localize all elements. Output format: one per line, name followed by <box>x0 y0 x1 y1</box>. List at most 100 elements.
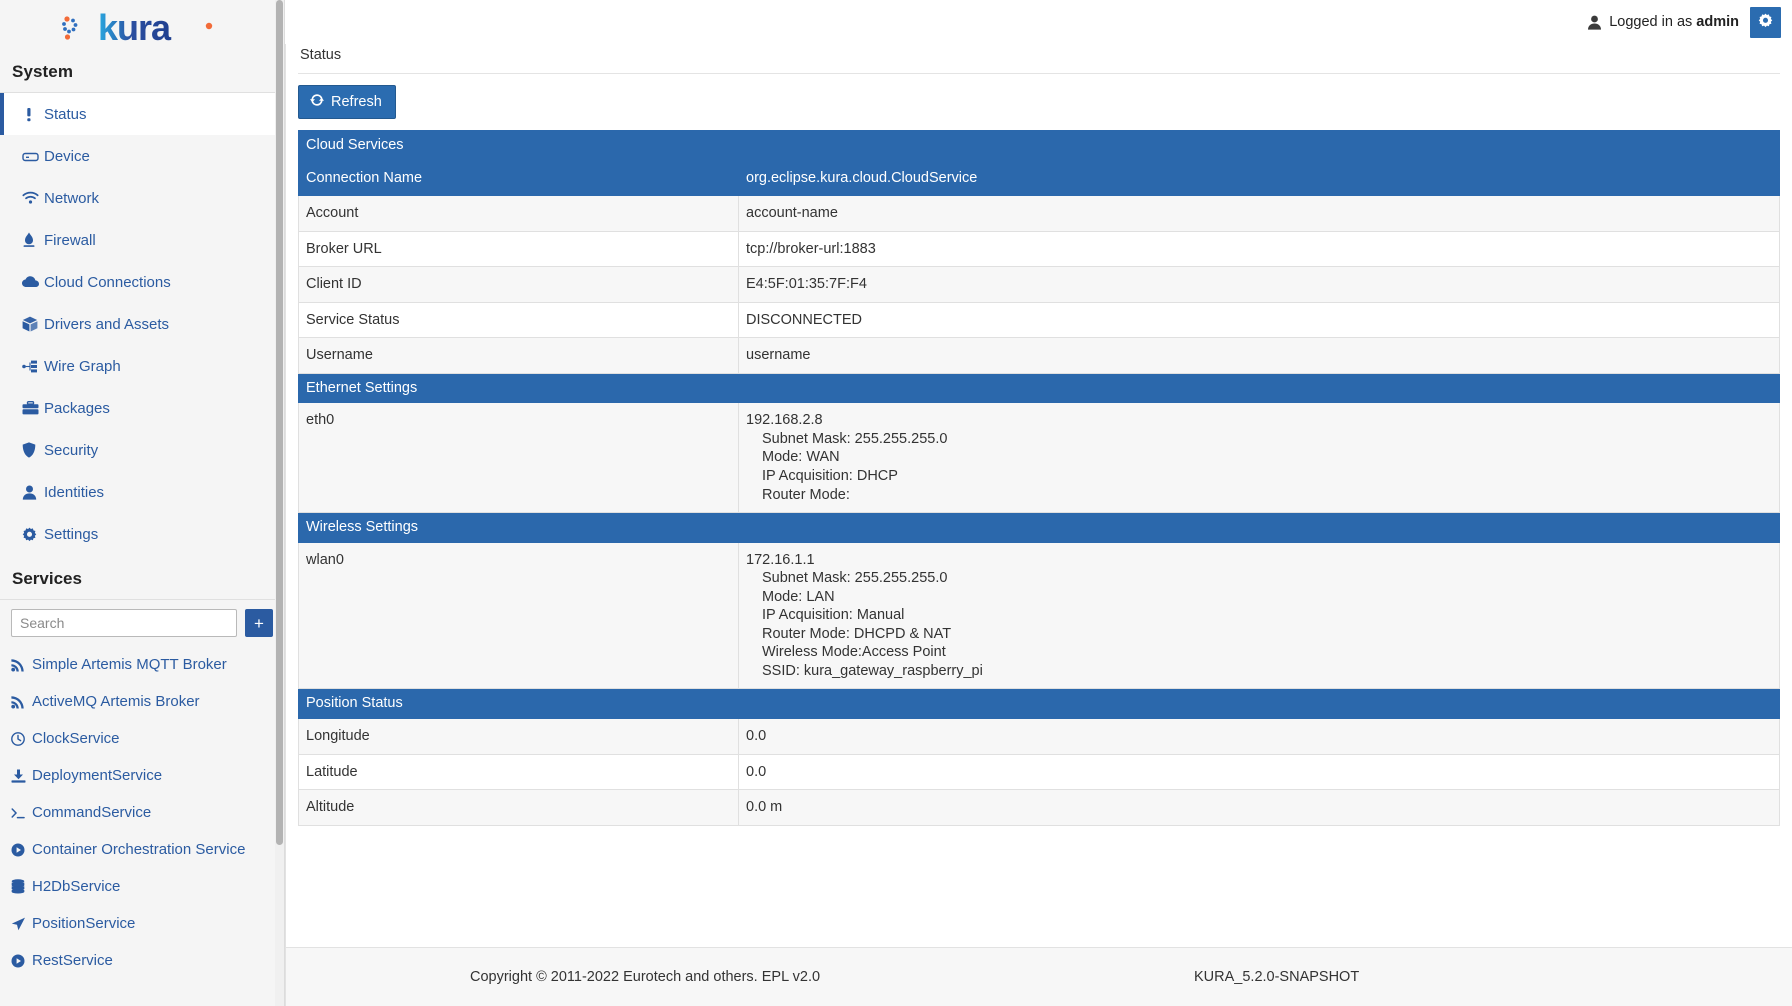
row-label: wlan0 <box>298 541 739 690</box>
topbar: Logged in as admin <box>285 0 1792 44</box>
section-heading: Cloud Services <box>298 130 739 161</box>
sidebar-item-settings[interactable]: Settings <box>0 513 284 555</box>
table-row: Longitude 0.0 <box>298 718 1780 755</box>
refresh-label: Refresh <box>331 94 382 110</box>
sidebar-item-label: Settings <box>44 525 99 543</box>
sidebar-item-wire-graph[interactable]: Wire Graph <box>0 345 284 387</box>
version-text: KURA_5.2.0-SNAPSHOT <box>1194 969 1360 985</box>
kura-dots-icon <box>58 11 92 45</box>
section-heading-value <box>738 512 1780 543</box>
detail-line: SSID: kura_gateway_raspberry_pi <box>762 662 983 679</box>
svg-text:kura: kura <box>98 10 172 48</box>
row-value: tcp://broker-url:1883 <box>738 230 1780 268</box>
row-label: Longitude <box>298 718 739 755</box>
table-row: wlan0 172.16.1.1 Subnet Mask: 255.255.25… <box>298 541 1780 690</box>
row-value: 172.16.1.1 Subnet Mask: 255.255.255.0 Mo… <box>738 541 1780 690</box>
exclamation-icon <box>22 107 44 122</box>
sidebar-item-security[interactable]: Security <box>0 429 284 471</box>
sidebar-scrollbar-thumb[interactable] <box>276 0 283 845</box>
sidebar-item-status[interactable]: Status <box>0 93 284 135</box>
user-icon <box>22 485 44 500</box>
status-table: Cloud Services Connection Name org.eclip… <box>298 130 1780 826</box>
section-heading: Wireless Settings <box>298 512 739 543</box>
username-label: admin <box>1696 14 1739 30</box>
sidebar-item-drivers-and-assets[interactable]: Drivers and Assets <box>0 303 284 345</box>
section-heading: Ethernet Settings <box>298 372 739 404</box>
search-input[interactable] <box>11 609 237 637</box>
service-item-simple-artemis-mqtt-broker[interactable]: Simple Artemis MQTT Broker <box>0 646 284 683</box>
service-item-activemq-artemis-broker[interactable]: ActiveMQ Artemis Broker <box>0 683 284 720</box>
clock-icon <box>11 731 32 746</box>
briefcase-icon <box>22 401 44 415</box>
sidebar-item-label: Drivers and Assets <box>44 315 170 333</box>
wifi-icon <box>22 191 44 205</box>
detail-line: IP Acquisition: Manual <box>762 607 905 624</box>
table-section-header: Wireless Settings <box>298 512 1780 543</box>
row-value: 0.0 <box>738 718 1780 755</box>
section-heading-value <box>738 130 1780 161</box>
service-item-label: ClockService <box>32 730 120 747</box>
sidebar-item-device[interactable]: Device <box>0 135 284 177</box>
settings-button[interactable] <box>1750 6 1781 38</box>
service-item-deploymentservice[interactable]: DeploymentService <box>0 757 284 794</box>
row-label: Connection Name <box>298 159 739 197</box>
play-circle-icon <box>11 843 32 857</box>
database-icon <box>11 879 32 894</box>
refresh-button[interactable]: Refresh <box>298 85 396 119</box>
detail-line: Wireless Mode:Access Point <box>762 644 946 661</box>
row-label: Service Status <box>298 301 739 339</box>
service-item-label: PositionService <box>32 915 136 932</box>
detail-line: Mode: LAN <box>762 588 835 605</box>
row-value: username <box>738 337 1780 374</box>
copyright-text: Copyright © 2011-2022 Eurotech and other… <box>470 969 821 985</box>
sidebar-scrollbar-track[interactable] <box>275 0 284 1006</box>
interface-address: 192.168.2.8 <box>746 412 823 429</box>
sidebar-item-packages[interactable]: Packages <box>0 387 284 429</box>
row-label: eth0 <box>298 402 739 514</box>
kura-wordmark-icon: kura <box>98 7 228 48</box>
wire-graph-icon <box>22 359 44 374</box>
service-item-positionservice[interactable]: PositionService <box>0 905 284 942</box>
sidebar-item-cloud-connections[interactable]: Cloud Connections <box>0 261 284 303</box>
box-icon <box>22 316 44 332</box>
table-row: Altitude 0.0 m <box>298 789 1780 826</box>
service-item-label: ActiveMQ Artemis Broker <box>32 693 200 710</box>
brand-logo[interactable]: kura <box>0 0 284 56</box>
service-item-label: Container Orchestration Service <box>32 841 246 858</box>
detail-line: Router Mode: <box>762 486 850 503</box>
sidebar-item-identities[interactable]: Identities <box>0 471 284 513</box>
service-search-row: + <box>0 600 284 646</box>
sidebar-item-network[interactable]: Network <box>0 177 284 219</box>
table-section-header: Cloud Services <box>298 130 1780 161</box>
sidebar-item-label: Identities <box>44 483 105 501</box>
sidebar-item-label: Device <box>44 147 90 165</box>
footer: Copyright © 2011-2022 Eurotech and other… <box>285 947 1792 1006</box>
service-item-container-orchestration-service[interactable]: Container Orchestration Service <box>0 831 284 868</box>
detail-line: Router Mode: DHCPD & NAT <box>762 625 952 642</box>
content-area: Status Refresh Cloud Services Connection… <box>285 44 1792 947</box>
table-row: Latitude 0.0 <box>298 753 1780 791</box>
row-label: Broker URL <box>298 230 739 268</box>
system-heading: System <box>12 62 74 81</box>
sidebar-item-label: Cloud Connections <box>44 273 171 291</box>
sidebar-item-label: Security <box>44 441 99 459</box>
row-label: Username <box>298 337 739 374</box>
download-icon <box>11 769 32 783</box>
sidebar-item-label: Wire Graph <box>44 357 121 375</box>
location-arrow-icon <box>11 917 32 931</box>
add-service-button[interactable]: + <box>245 609 273 637</box>
sidebar-item-firewall[interactable]: Firewall <box>0 219 284 261</box>
row-value: E4:5F:01:35:7F:F4 <box>738 266 1780 303</box>
table-row: Broker URL tcp://broker-url:1883 <box>298 230 1780 268</box>
service-item-clockservice[interactable]: ClockService <box>0 720 284 757</box>
sidebar: kura System Status Device Network Firewa… <box>0 0 285 1006</box>
detail-line: Subnet Mask: 255.255.255.0 <box>762 570 948 587</box>
service-item-h2dbservice[interactable]: H2DbService <box>0 868 284 905</box>
table-row: Client ID E4:5F:01:35:7F:F4 <box>298 266 1780 303</box>
logged-in-label: Logged in as <box>1609 14 1693 30</box>
device-icon <box>22 149 44 164</box>
service-item-commandservice[interactable]: CommandService <box>0 794 284 831</box>
detail-line: Subnet Mask: 255.255.255.0 <box>762 430 948 447</box>
service-item-restservice[interactable]: RestService <box>0 942 284 979</box>
rss-icon <box>11 695 32 709</box>
